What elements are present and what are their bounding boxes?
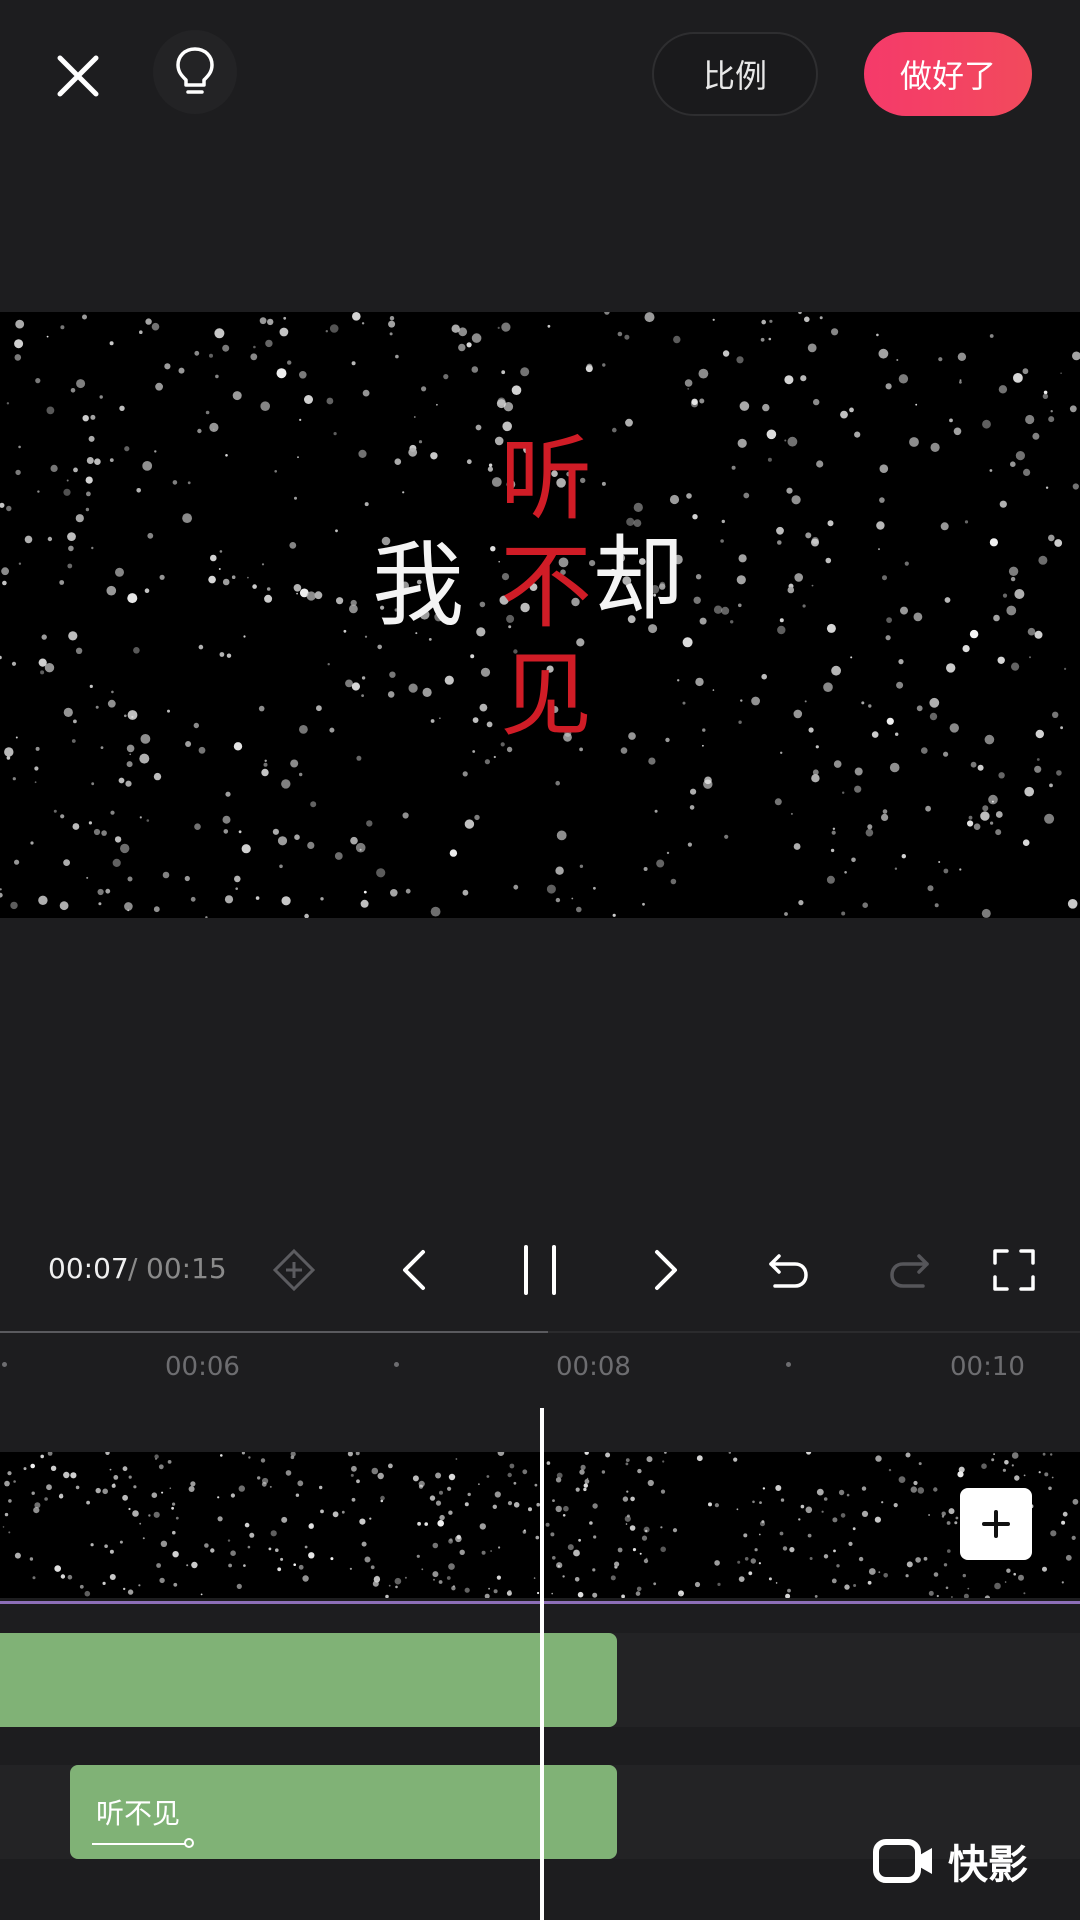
ruler-dot [2, 1362, 7, 1367]
watermark-text: 快影 [948, 1842, 1028, 1888]
close-button[interactable] [46, 44, 110, 108]
video-preview[interactable]: 我 却 听 不 见 [0, 312, 1080, 918]
effect-clip[interactable] [0, 1633, 617, 1727]
pause-button[interactable] [508, 1238, 572, 1302]
total-time: 00:15 [146, 1252, 227, 1285]
ruler-tick-label: 00:06 [165, 1352, 240, 1382]
redo-icon [890, 1254, 929, 1288]
fullscreen-button[interactable] [982, 1238, 1046, 1302]
current-time: 00:07 [48, 1252, 129, 1285]
kuaiying-logo-icon [873, 1839, 932, 1883]
done-button[interactable]: 做好了 [864, 32, 1032, 116]
text-clip-duration-line [92, 1843, 188, 1845]
next-frame-button[interactable] [634, 1238, 698, 1302]
add-clip-button[interactable] [960, 1488, 1032, 1560]
redo-button[interactable] [878, 1238, 942, 1302]
keyframe-button[interactable] [262, 1238, 326, 1302]
lyric-char-red-top: 听 [500, 426, 593, 533]
undo-button[interactable] [756, 1238, 820, 1302]
text-clip-label: 听不见 [96, 1797, 181, 1830]
prev-frame-button[interactable] [382, 1238, 446, 1302]
watermark: 快影 [872, 1832, 1028, 1890]
lyric-char-red-bottom: 见 [500, 642, 593, 749]
progress-fill [0, 1331, 548, 1333]
playhead[interactable] [540, 1408, 544, 1920]
pause-icon [524, 1245, 556, 1295]
tips-button[interactable] [153, 30, 237, 114]
lyric-char-red-middle: 不 [500, 534, 593, 641]
time-separator: / [128, 1252, 138, 1285]
undo-icon [769, 1254, 808, 1288]
lightbulb-icon [176, 47, 214, 94]
next-frame-icon [655, 1250, 677, 1290]
keyframe-icon [272, 1248, 316, 1292]
ruler-dot [786, 1362, 791, 1367]
ruler-tick-label: 00:08 [556, 1352, 631, 1382]
prev-frame-icon [403, 1250, 425, 1290]
ratio-button[interactable]: 比例 [652, 32, 818, 116]
ruler-dot [394, 1362, 399, 1367]
lyric-char-left: 我 [372, 532, 465, 639]
lyric-char-right: 却 [592, 526, 685, 633]
fullscreen-icon [993, 1249, 1035, 1291]
text-clip-keyframe-dot [184, 1838, 194, 1848]
close-icon [57, 55, 99, 97]
plus-icon [982, 1510, 1010, 1538]
ruler-tick-label: 00:10 [950, 1352, 1025, 1382]
